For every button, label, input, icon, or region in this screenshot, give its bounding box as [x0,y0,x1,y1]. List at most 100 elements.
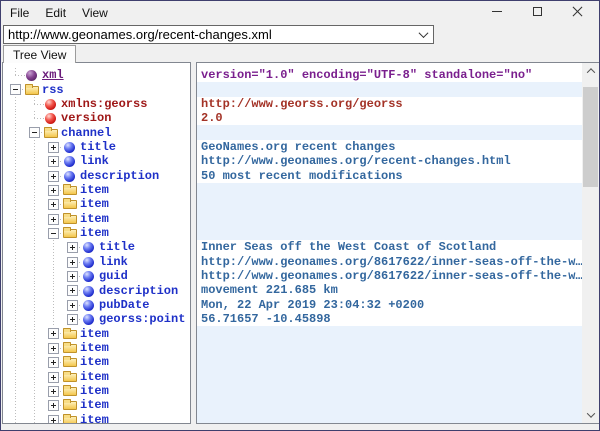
app-window: File Edit View Tree View xmlrssxmlns:geo… [0,0,600,431]
tree-node-label[interactable]: link [80,154,109,168]
tree-guide-line [44,283,63,297]
menu-view[interactable]: View [74,3,116,23]
tree-node-label[interactable]: guid [99,269,128,283]
menu-file[interactable]: File [2,3,37,23]
tree-node-label[interactable]: xmlns:georss [61,97,147,111]
tree-node-item-24[interactable]: item [3,413,190,424]
tree-node-label[interactable]: xml [42,68,64,82]
tree-guide-line [6,255,25,269]
collapse-icon[interactable] [10,84,21,95]
url-input[interactable] [4,26,413,43]
tree-node-item-8[interactable]: item [3,183,190,197]
vertical-scrollbar[interactable] [582,63,599,423]
expand-icon[interactable] [48,199,59,210]
tree-node-item-18[interactable]: item [3,326,190,340]
tree-node-channel-4[interactable]: channel [3,125,190,139]
tree-node-title-5[interactable]: title [3,140,190,154]
expand-icon[interactable] [67,242,78,253]
tree-node-xml-0[interactable]: xml [3,68,190,82]
tree-node-label[interactable]: version [61,111,111,125]
close-button[interactable] [557,1,597,22]
tree-guide-line [25,212,44,226]
tree-node-georss:point-17[interactable]: georss:point [3,312,190,326]
tree-node-link-6[interactable]: link [3,154,190,168]
value-row-10 [197,212,582,226]
scrollbar-thumb[interactable] [583,87,598,187]
expand-icon[interactable] [67,285,78,296]
tree-connector [6,82,25,96]
expand-icon[interactable] [48,142,59,153]
tree-node-label[interactable]: item [80,183,109,197]
expand-icon[interactable] [48,214,59,225]
minimize-button[interactable] [477,1,517,22]
tree-node-label[interactable]: item [80,226,109,240]
expand-icon[interactable] [67,257,78,268]
tree-node-label[interactable]: item [80,355,109,369]
tree-node-item-22[interactable]: item [3,384,190,398]
expand-icon[interactable] [48,328,59,339]
tree-node-item-11[interactable]: item [3,226,190,240]
scroll-up-button[interactable] [582,63,599,79]
tree-node-pubDate-16[interactable]: pubDate [3,298,190,312]
tree-node-rss-1[interactable]: rss [3,82,190,96]
tree-node-description-15[interactable]: description [3,283,190,297]
tree-node-guid-14[interactable]: guid [3,269,190,283]
tree-node-description-7[interactable]: description [3,169,190,183]
tree-node-label[interactable]: item [80,398,109,412]
tree-guide-line [6,283,25,297]
tree-guide-line [6,226,25,240]
tree-connector [63,298,82,312]
expand-icon[interactable] [67,271,78,282]
tree-connector [44,226,63,240]
expand-icon[interactable] [48,357,59,368]
tree-node-label[interactable]: item [80,384,109,398]
tree-node-item-19[interactable]: item [3,341,190,355]
tree-node-label[interactable]: item [80,341,109,355]
tree-node-label[interactable]: title [80,140,116,154]
url-dropdown-button[interactable] [413,26,433,43]
tree-node-xmlns:georss-2[interactable]: xmlns:georss [3,97,190,111]
maximize-button[interactable] [517,1,557,22]
expand-icon[interactable] [48,156,59,167]
tree-node-label[interactable]: item [80,327,109,341]
expand-icon[interactable] [48,400,59,411]
tree-node-item-23[interactable]: item [3,398,190,412]
tree-node-item-10[interactable]: item [3,212,190,226]
tree-node-label[interactable]: link [99,255,128,269]
expand-icon[interactable] [48,386,59,397]
tree-node-link-13[interactable]: link [3,255,190,269]
tree-node-label[interactable]: title [99,240,135,254]
expand-icon[interactable] [67,314,78,325]
tree-node-item-21[interactable]: item [3,370,190,384]
value-row-23 [197,398,582,412]
tree-node-label[interactable]: pubDate [99,298,149,312]
tree-node-label[interactable]: georss:point [99,312,185,326]
tree-node-label[interactable]: item [80,212,109,226]
tree-connector [44,169,63,183]
expand-icon[interactable] [48,343,59,354]
collapse-icon[interactable] [48,228,59,239]
tree-node-label[interactable]: item [80,370,109,384]
tree-node-label[interactable]: description [80,169,159,183]
expand-icon[interactable] [48,171,59,182]
tree-node-label[interactable]: item [80,197,109,211]
expand-icon[interactable] [48,185,59,196]
tree-node-label[interactable]: rss [42,83,64,97]
tree-node-item-9[interactable]: item [3,197,190,211]
tree-node-label[interactable]: item [80,413,109,424]
collapse-icon[interactable] [29,127,40,138]
tree-guide-line [25,341,44,355]
tree-node-version-3[interactable]: version [3,111,190,125]
value-row-14: http://www.geonames.org/8617622/inner-se… [197,269,582,283]
expand-icon[interactable] [67,300,78,311]
menu-edit[interactable]: Edit [37,3,74,23]
scroll-down-button[interactable] [582,407,599,423]
tree-node-label[interactable]: channel [61,126,111,140]
blue-ball-icon [63,154,77,168]
expand-icon[interactable] [48,415,59,424]
expand-icon[interactable] [48,372,59,383]
tree-node-item-20[interactable]: item [3,355,190,369]
tree-node-title-12[interactable]: title [3,240,190,254]
tree-node-label[interactable]: description [99,284,178,298]
tab-tree-view[interactable]: Tree View [3,45,76,63]
